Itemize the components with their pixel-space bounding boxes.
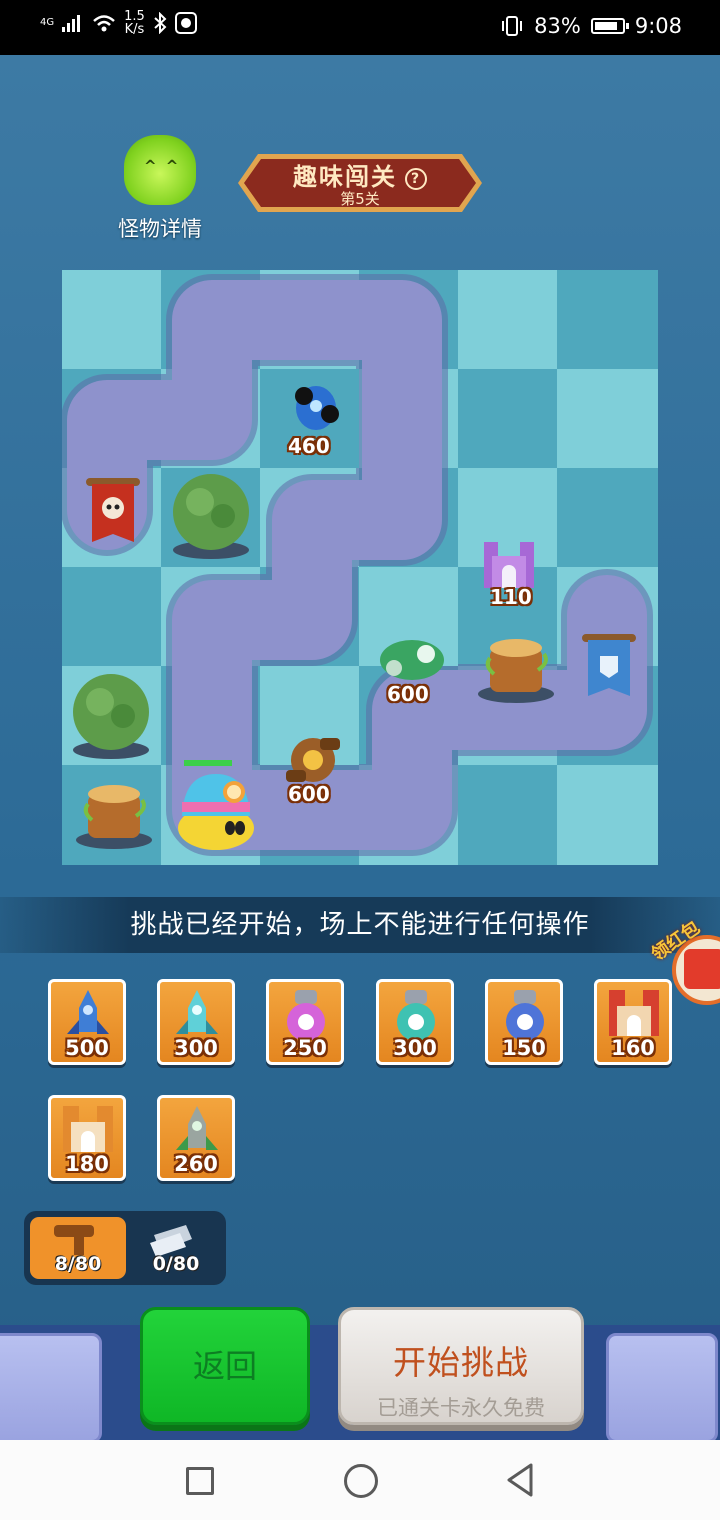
bluetooth-icon [154,12,167,34]
clock: 9:08 [634,14,682,38]
home-icon[interactable] [344,1464,378,1498]
board-grid [62,270,658,865]
start-challenge-sublabel: 已通关卡永久免费 [377,1396,545,1420]
tower-card-3[interactable]: 250 [266,979,344,1065]
hammer-resource[interactable]: 8/80 [30,1217,126,1279]
tower-price: 150 [502,1036,546,1060]
cyan-rocket-tower-icon [176,990,218,1034]
tower-card-1[interactable]: 500 [48,979,126,1065]
red-castle-tower-icon [609,990,659,1036]
network-speed: 1.5 K/s [124,9,145,37]
status-bar: 4G 1.5 K/s 83% 9:08 [0,0,720,55]
cactus-monster-icon [124,135,196,205]
tower-card-8[interactable]: 260 [157,1095,235,1181]
start-challenge-label: 开始挑战 [393,1343,529,1382]
vibrate-icon [502,16,523,36]
app-notification-icon [174,12,197,34]
blue-shield-flag-icon[interactable] [576,628,642,706]
signal-icon [62,15,81,32]
purple-castle-tower[interactable] [480,536,538,592]
ticket-resource[interactable]: 0/80 [128,1217,224,1279]
blue-rocket-tower-icon [67,990,109,1034]
red-envelope-icon [684,949,720,989]
game-board: 460 110 600 600 [62,270,658,865]
tree-stump-obstacle-1[interactable] [474,632,558,706]
resource-panel: 8/80 0/80 [24,1211,226,1285]
level-number: 第5关 [340,190,380,208]
tower-price: 160 [611,1036,655,1060]
bush-obstacle-2[interactable] [66,670,156,762]
tree-stump-obstacle-2[interactable] [72,778,156,852]
bush-obstacle-1[interactable] [166,470,256,562]
tower-card-6[interactable]: 160 [594,979,672,1065]
network-type: 4G [40,17,55,28]
left-side-tab[interactable] [0,1333,102,1440]
back-icon[interactable] [505,1462,535,1498]
teal-bottle-tower-icon [397,990,435,1041]
green-rocket-tower-icon [176,1106,218,1150]
tower-card-5[interactable]: 150 [485,979,563,1065]
wifi-icon [93,15,115,32]
green-mech-tower[interactable] [374,628,450,688]
monster-details-button[interactable]: 怪物详情 [110,135,210,243]
level-title: 趣味闯关 [293,163,397,191]
pink-bottle-tower-icon [287,990,325,1041]
battery-icon [590,18,629,34]
tower-price: 260 [174,1152,218,1176]
help-icon[interactable]: ? [405,168,427,190]
battery-percent: 83% [534,14,581,38]
game-area: 怪物详情 趣味闯关? 第5关 [0,55,720,1440]
blue-robot-cost: 460 [288,434,330,458]
blue-bottle-tower-icon [506,990,544,1041]
orange-castle-tower-icon [63,1106,113,1152]
hammer-count: 8/80 [54,1253,102,1275]
helmet-slime-monster-icon[interactable] [174,758,258,854]
challenge-notice: 挑战已经开始，场上不能进行任何操作 [0,897,720,953]
tower-price: 180 [65,1152,109,1176]
blue-robot-tower[interactable] [284,378,348,438]
green-mech-cost: 600 [387,682,429,706]
ticket-icon [150,1225,192,1257]
tower-price: 300 [174,1036,218,1060]
hammer-icon [54,1225,94,1255]
tower-price: 250 [283,1036,327,1060]
system-nav-bar [0,1440,720,1520]
bronze-cannon-cost: 600 [288,782,330,806]
monster-details-label: 怪物详情 [118,217,202,241]
level-banner: 趣味闯关? 第5关 [236,150,484,216]
tower-price: 500 [65,1036,109,1060]
recent-apps-icon[interactable] [186,1467,214,1495]
right-side-tab[interactable] [606,1333,718,1440]
tower-card-4[interactable]: 300 [376,979,454,1065]
start-challenge-button[interactable]: 开始挑战 已通关卡永久免费 [338,1307,584,1425]
purple-castle-cost: 110 [490,585,532,609]
bronze-cannon-tower[interactable] [280,732,346,788]
ticket-count: 0/80 [152,1253,200,1275]
return-button[interactable]: 返回 [140,1307,310,1425]
tower-card-7[interactable]: 180 [48,1095,126,1181]
red-skull-flag-icon[interactable] [80,472,146,552]
tower-card-2[interactable]: 300 [157,979,235,1065]
tower-price: 300 [393,1036,437,1060]
